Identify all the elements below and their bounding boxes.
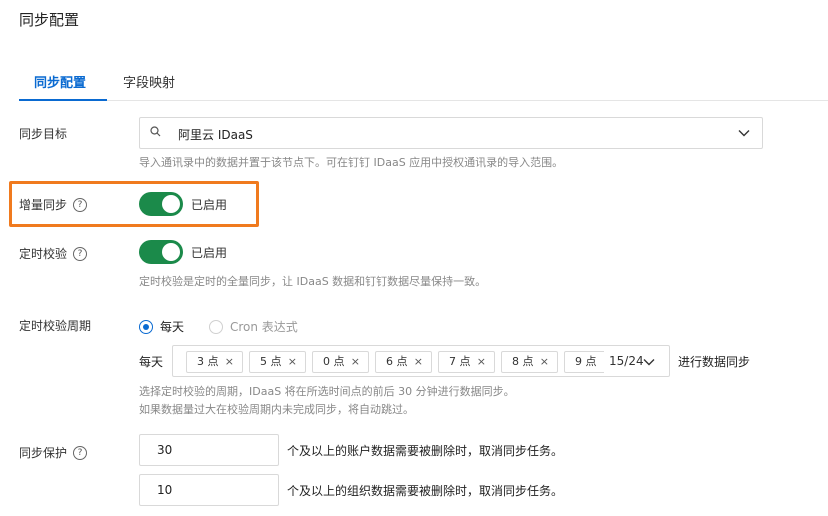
close-icon[interactable]: × [288,352,297,372]
search-icon [150,126,161,140]
scheduled-check-hint: 定时校验是定时的全量同步，让 IDaaS 数据和钉钉数据尽量保持一致。 [139,275,487,288]
chevron-down-icon[interactable] [643,356,655,366]
radio-dot [209,319,223,334]
incremental-sync-switch[interactable] [139,192,183,216]
selected-count: 15/24 [609,354,644,368]
scheduled-check-status: 已启用 [191,246,228,260]
close-icon[interactable]: × [225,352,234,372]
close-icon[interactable]: × [414,352,423,372]
close-icon[interactable]: × [351,352,360,372]
sync-target-value: 阿里云 IDaaS [178,128,253,142]
hour-tag: 3 点 × [186,351,243,373]
hour-tag: 0 点 × [312,351,369,373]
sync-protection-label: 同步保护 ? [19,444,88,461]
scheduled-check-switch[interactable] [139,240,183,264]
tab-field-mapping[interactable]: 字段映射 [123,72,175,91]
help-icon[interactable]: ? [73,445,88,460]
radio-dot [139,319,153,334]
org-threshold-input[interactable]: 10 [139,474,279,506]
every-day-label: 每天 [139,355,164,369]
hour-tag: 9 点× [564,351,604,373]
org-threshold-text: 个及以上的组织数据需要被删除时，取消同步任务。 [287,484,564,498]
sync-target-label: 同步目标 [19,125,67,142]
close-icon[interactable]: × [540,352,549,372]
hour-tag: 6 点 × [375,351,432,373]
chevron-down-icon[interactable] [738,127,750,137]
sync-target-select[interactable]: 阿里云 IDaaS [139,117,763,149]
check-period-hint-1: 选择定时校验的周期，IDaaS 将在所选时间点的前后 30 分钟进行数据同步。 [139,385,515,398]
radio-daily[interactable]: 每天 [139,318,184,335]
sync-protection-label-text: 同步保护 [19,446,68,460]
check-period-label-text: 定时校验周期 [19,319,92,333]
hour-tag: 7 点 × [438,351,495,373]
radio-cron[interactable]: Cron 表达式 [209,318,298,335]
incremental-sync-label: 增量同步 ? [19,196,88,213]
help-icon[interactable]: ? [73,197,88,212]
tab-sync-config[interactable]: 同步配置 [34,72,86,91]
switch-knob [162,243,180,261]
hour-tag: 5 点 × [249,351,306,373]
tab-bar: 同步配置 字段映射 [19,66,828,101]
close-icon[interactable]: × [603,352,604,372]
hour-tag: 8 点 × [501,351,558,373]
help-icon[interactable]: ? [73,246,88,261]
switch-knob [162,195,180,213]
sync-target-hint: 导入通讯录中的数据并置于该节点下。可在钉钉 IDaaS 应用中授权通讯录的导入范… [139,156,564,169]
close-icon[interactable]: × [477,352,486,372]
check-period-hint-2: 如果数据量过大在校验周期内未完成同步，将自动跳过。 [139,403,414,416]
check-period-label: 定时校验周期 [19,317,91,334]
account-threshold-text: 个及以上的账户数据需要被删除时，取消同步任务。 [287,444,564,458]
active-tab-indicator [19,99,107,101]
scheduled-check-label: 定时校验 ? [19,245,88,262]
sync-suffix-text: 进行数据同步 [678,355,751,369]
page-title: 同步配置 [19,11,80,29]
radio-cron-label: Cron 表达式 [230,320,298,334]
incremental-sync-status: 已启用 [191,198,228,212]
scheduled-check-label-text: 定时校验 [19,247,68,261]
selected-tags: 3 点× 5 点× 0 点× 6 点× 7 点× 8 点× 9 点× [186,351,604,373]
hours-multi-select[interactable]: 3 点× 5 点× 0 点× 6 点× 7 点× 8 点× 9 点× 15/24 [172,345,670,377]
radio-daily-label: 每天 [160,320,185,334]
sync-target-label-text: 同步目标 [19,127,68,141]
account-threshold-input[interactable]: 30 [139,434,279,466]
incremental-sync-label-text: 增量同步 [19,198,68,212]
